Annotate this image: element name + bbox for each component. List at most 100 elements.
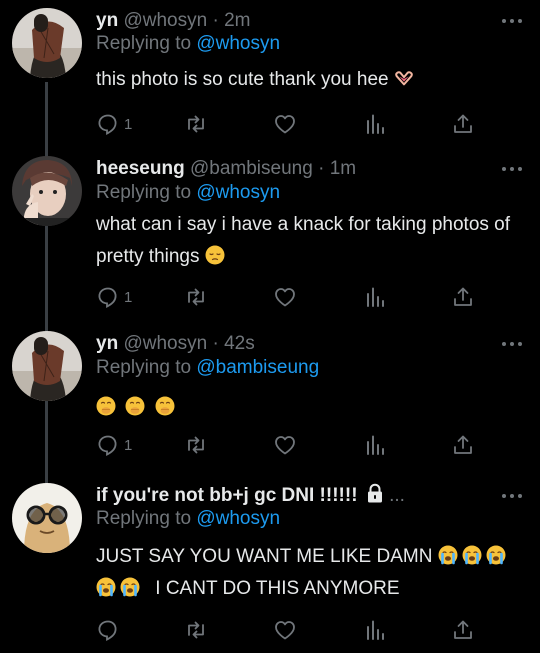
loudly-crying-face-icon bbox=[438, 545, 458, 565]
hand-over-mouth-icon bbox=[96, 396, 116, 416]
share-icon bbox=[451, 112, 475, 136]
avatar[interactable] bbox=[12, 483, 82, 553]
handle[interactable]: @bambiseung bbox=[190, 158, 313, 179]
reply-count: 1 bbox=[124, 115, 133, 133]
retweet-icon bbox=[184, 285, 208, 309]
reply-icon bbox=[96, 285, 120, 309]
tweet-text: JUST SAY YOU WANT ME LIKE DAMN I CANT DO… bbox=[96, 541, 536, 605]
like-icon bbox=[273, 618, 297, 642]
display-name[interactable]: yn bbox=[96, 333, 118, 354]
mention-link[interactable]: @whosyn bbox=[196, 508, 280, 529]
pensive-face-icon bbox=[205, 245, 225, 265]
mention-link[interactable]: @whosyn bbox=[196, 182, 280, 203]
loudly-crying-face-icon bbox=[462, 545, 482, 565]
reply-button[interactable] bbox=[96, 617, 120, 643]
retweet-button[interactable] bbox=[184, 111, 208, 137]
tweet-text bbox=[96, 392, 526, 424]
share-icon bbox=[451, 618, 475, 642]
replying-to-prefix: Replying to bbox=[96, 33, 192, 54]
retweet-icon bbox=[184, 112, 208, 136]
share-icon bbox=[451, 285, 475, 309]
share-button[interactable] bbox=[451, 284, 475, 310]
reply-button[interactable]: 1 bbox=[96, 111, 132, 137]
tweet[interactable]: if you're not bb+j gc DNI !!!!!! ... Rep… bbox=[0, 483, 540, 648]
avatar[interactable] bbox=[12, 331, 82, 401]
views-button[interactable] bbox=[363, 432, 387, 458]
views-icon bbox=[363, 618, 387, 642]
like-button[interactable] bbox=[273, 284, 297, 310]
timestamp[interactable]: 2m bbox=[224, 10, 250, 31]
share-button[interactable] bbox=[451, 432, 475, 458]
reply-icon bbox=[96, 112, 120, 136]
truncated-ellipsis: ... bbox=[389, 485, 405, 506]
tweet[interactable]: yn @whosyn · 42s Replying to @bambiseung… bbox=[0, 331, 540, 471]
loudly-crying-face-icon bbox=[120, 577, 140, 597]
tweet-text-line: JUST SAY YOU WANT ME LIKE DAMN bbox=[96, 541, 536, 573]
action-bar: 1 bbox=[96, 284, 476, 310]
more-icon[interactable] bbox=[502, 18, 522, 24]
display-name[interactable]: heeseung bbox=[96, 158, 185, 179]
action-bar bbox=[96, 617, 476, 643]
like-button[interactable] bbox=[273, 432, 297, 458]
like-icon bbox=[273, 285, 297, 309]
heart-hands-icon bbox=[394, 68, 414, 88]
replying-to: Replying to @whosyn bbox=[96, 506, 280, 532]
retweet-button[interactable] bbox=[184, 617, 208, 643]
lock-icon bbox=[367, 483, 382, 503]
tweet-text-content: this photo is so cute thank you hee bbox=[96, 69, 389, 90]
avatar[interactable] bbox=[12, 8, 82, 78]
loudly-crying-face-icon bbox=[96, 577, 116, 597]
share-button[interactable] bbox=[451, 617, 475, 643]
tweet[interactable]: heeseung @bambiseung · 1m Replying to @w… bbox=[0, 156, 540, 316]
like-button[interactable] bbox=[273, 617, 297, 643]
tweet-text-content: JUST SAY YOU WANT ME LIKE DAMN bbox=[96, 546, 433, 567]
timestamp[interactable]: 42s bbox=[224, 333, 255, 354]
like-button[interactable] bbox=[273, 111, 297, 137]
reply-button[interactable]: 1 bbox=[96, 432, 132, 458]
replying-to-prefix: Replying to bbox=[96, 508, 192, 529]
views-icon bbox=[363, 112, 387, 136]
tweet-header: yn @whosyn · 42s bbox=[96, 331, 255, 357]
reply-icon bbox=[96, 433, 120, 457]
retweet-button[interactable] bbox=[184, 284, 208, 310]
display-name[interactable]: if you're not bb+j gc DNI !!!!!! bbox=[96, 485, 358, 506]
share-button[interactable] bbox=[451, 111, 475, 137]
reply-icon bbox=[96, 618, 120, 642]
tweet[interactable]: yn @whosyn · 2m Replying to @whosyn this… bbox=[0, 8, 540, 148]
retweet-icon bbox=[184, 618, 208, 642]
display-name[interactable]: yn bbox=[96, 10, 118, 31]
mention-link[interactable]: @bambiseung bbox=[196, 357, 319, 378]
action-bar: 1 bbox=[96, 111, 476, 137]
views-icon bbox=[363, 433, 387, 457]
replying-to: Replying to @bambiseung bbox=[96, 355, 319, 381]
replying-to: Replying to @whosyn bbox=[96, 180, 280, 206]
separator-dot: · bbox=[318, 158, 325, 179]
timestamp[interactable]: 1m bbox=[330, 158, 356, 179]
views-button[interactable] bbox=[363, 111, 387, 137]
avatar[interactable] bbox=[12, 156, 82, 226]
views-button[interactable] bbox=[363, 617, 387, 643]
retweet-icon bbox=[184, 433, 208, 457]
reply-button[interactable]: 1 bbox=[96, 284, 132, 310]
handle[interactable]: @whosyn bbox=[123, 333, 207, 354]
views-icon bbox=[363, 285, 387, 309]
mention-link[interactable]: @whosyn bbox=[196, 33, 280, 54]
separator-dot: · bbox=[212, 10, 219, 31]
reply-count: 1 bbox=[124, 288, 133, 306]
retweet-button[interactable] bbox=[184, 432, 208, 458]
tweet-header: heeseung @bambiseung · 1m bbox=[96, 156, 356, 182]
more-icon[interactable] bbox=[502, 341, 522, 347]
reply-count: 1 bbox=[124, 436, 133, 454]
loudly-crying-face-icon bbox=[486, 545, 506, 565]
views-button[interactable] bbox=[363, 284, 387, 310]
more-icon[interactable] bbox=[502, 493, 522, 499]
tweet-text-content: what can i say i have a knack for taking… bbox=[96, 214, 511, 267]
tweet-text-content: I CANT DO THIS ANYMORE bbox=[155, 578, 400, 599]
like-icon bbox=[273, 112, 297, 136]
separator-dot: · bbox=[212, 333, 219, 354]
handle[interactable]: @whosyn bbox=[123, 10, 207, 31]
more-icon[interactable] bbox=[502, 166, 522, 172]
hand-over-mouth-icon bbox=[125, 396, 145, 416]
tweet-text: this photo is so cute thank you hee bbox=[96, 64, 526, 96]
share-icon bbox=[451, 433, 475, 457]
